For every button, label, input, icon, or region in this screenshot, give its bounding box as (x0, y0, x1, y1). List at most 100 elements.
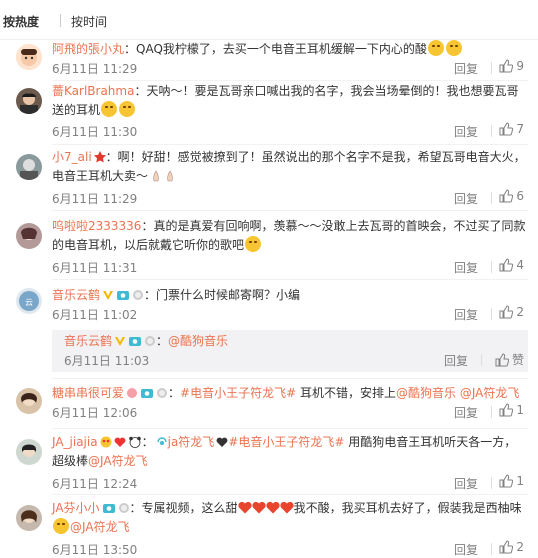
comment-username[interactable]: 呜啦啦2333336 (52, 219, 141, 233)
like-button[interactable]: 2 (499, 305, 524, 319)
like-count: 2 (516, 305, 524, 319)
level-medal-icon (145, 336, 156, 346)
like-count: 4 (516, 258, 524, 272)
verified-v-icon (115, 337, 126, 346)
mention-link[interactable]: @JA符龙飞 (460, 386, 520, 400)
link-user-icon (156, 437, 167, 445)
comment-username[interactable]: 糖串串很可爱 (52, 386, 124, 400)
comment-content: ：啊！好甜！感觉被撩到了！虽然说出的那个名字不是我，希望瓦哥电音大火，电音王耳机… (52, 150, 526, 183)
comment-username[interactable]: JA芬小小 (52, 501, 100, 515)
comment-username[interactable]: 阿飛的張小丸 (52, 42, 124, 56)
action-separator (491, 125, 492, 137)
sort-by-hot-tab[interactable]: 按热度 (3, 13, 39, 30)
action-separator (481, 354, 482, 366)
reply-button[interactable]: 回复 (454, 259, 478, 276)
avatar[interactable]: 云 (16, 288, 42, 314)
reply-username[interactable]: 音乐云鹤 (64, 334, 112, 348)
thumbs-up-icon (499, 189, 514, 203)
mention-link[interactable]: @酷狗音乐 (168, 334, 228, 348)
comment-time: 6月11日 13:50 (52, 543, 138, 557)
sort-by-time-tab[interactable]: 按时间 (71, 13, 107, 30)
star-badge-icon (93, 151, 106, 163)
comment-username[interactable]: JA_jiajia (52, 435, 98, 449)
hashtag-link[interactable]: #电音小王子符龙飞# (228, 435, 344, 449)
cry-emoji-icon (119, 101, 136, 117)
comment-prefix: ： (168, 386, 181, 400)
heart-eyes-emoji-icon (100, 436, 112, 448)
like-count: 6 (516, 189, 524, 203)
comment-time: 6月11日 11:02 (52, 308, 138, 322)
comment-text: 糖串串很可爱 ：#电音小王子符龙飞# 耳机不错，安排上@酷狗音乐 @JA符龙飞 (52, 384, 526, 403)
avatar[interactable] (16, 439, 42, 465)
thumbs-up-icon (499, 258, 514, 272)
avatar[interactable] (16, 44, 42, 70)
comment-text: JA_jiajia： ja符龙飞 #电音小王子符龙飞# 用酷狗电音王耳机听天各一方，… (52, 433, 526, 471)
divider (52, 144, 528, 145)
like-button[interactable]: 1 (499, 474, 524, 488)
reply-button[interactable]: 回复 (454, 190, 478, 207)
like-button[interactable]: 4 (499, 258, 524, 272)
like-button[interactable]: 2 (499, 540, 524, 554)
thumbs-up-icon (499, 403, 514, 417)
reply-button[interactable]: 回复 (454, 306, 478, 323)
divider (52, 494, 528, 495)
level-medal-icon (157, 388, 168, 398)
reply-button[interactable]: 回复 (454, 475, 478, 492)
like-label: 赞 (511, 353, 524, 367)
comment-username[interactable]: 音乐云鹤 (52, 288, 100, 302)
comment-text: 阿飛的張小丸：QAQ我柠檬了，去买一个电音王耳机缓解一下内心的酸 (52, 40, 526, 59)
comment-username[interactable]: 薔KarlBrahma (52, 84, 134, 98)
like-button[interactable]: 6 (499, 189, 524, 203)
divider (52, 80, 528, 81)
member-camera-icon (102, 504, 115, 513)
mention-link[interactable]: @JA符龙飞 (88, 454, 148, 468)
like-count: 9 (516, 59, 524, 73)
like-button[interactable]: 9 (499, 59, 524, 73)
heart-emoji-icon (251, 501, 266, 514)
hashtag-link[interactable]: #电音小王子符龙飞# (180, 386, 296, 400)
comment-item: 薔KarlBrahma：天呐～！要是瓦哥亲口喊出我的名字，我会当场晕倒的！我也想… (0, 82, 538, 142)
avatar[interactable] (16, 154, 42, 180)
heart-emoji-icon (265, 501, 280, 514)
mention-link[interactable]: @JA符龙飞 (70, 520, 130, 534)
lemon-face-emoji-icon (427, 40, 444, 56)
comment-username[interactable]: 小7_ali (52, 150, 92, 164)
reply-button[interactable]: 回复 (454, 404, 478, 421)
reply-button[interactable]: 回复 (444, 352, 468, 369)
comment-item: 糖串串很可爱 ：#电音小王子符龙飞# 耳机不错，安排上@酷狗音乐 @JA符龙飞 6… (0, 382, 538, 426)
thumbs-up-icon (499, 122, 514, 136)
comment-content: ：QAQ我柠檬了，去买一个电音王耳机缓解一下内心的酸 (124, 42, 427, 56)
avatar[interactable] (16, 88, 42, 114)
reply-button[interactable]: 回复 (454, 541, 478, 558)
action-separator (491, 261, 492, 273)
like-button[interactable]: 1 (499, 403, 524, 417)
mention-link[interactable]: @酷狗音乐 (396, 386, 456, 400)
mention-link[interactable]: ja符龙飞 (168, 435, 215, 449)
like-button[interactable]: 赞 (495, 351, 524, 368)
divider (52, 378, 528, 379)
thumbs-up-icon (499, 305, 514, 319)
like-button[interactable]: 7 (499, 122, 524, 136)
action-separator (491, 406, 492, 418)
comment-time: 6月11日 11:29 (52, 62, 138, 76)
praying-hands-emoji-icon (153, 170, 159, 182)
smile-emoji-icon (245, 236, 262, 252)
reply-button[interactable]: 回复 (454, 123, 478, 140)
comment-text: 呜啦啦2333336：真的是真爱有回响啊，羡慕～～没敢上去瓦哥的首映会，不过买了… (52, 217, 526, 255)
member-camera-icon (129, 337, 142, 346)
action-separator (491, 543, 492, 555)
action-separator (491, 62, 492, 74)
like-count: 7 (516, 122, 524, 136)
avatar[interactable] (16, 223, 42, 249)
comment-item: 呜啦啦2333336：真的是真爱有回响啊，羡慕～～没敢上去瓦哥的首映会，不过买了… (0, 213, 538, 276)
comment-time: 6月11日 12:24 (52, 477, 138, 491)
thumbs-up-icon (495, 352, 509, 366)
reply-button[interactable]: 回复 (454, 60, 478, 77)
avatar[interactable] (16, 505, 42, 531)
comment-prefix: ： (141, 435, 154, 449)
action-separator (491, 192, 492, 204)
avatar[interactable] (16, 388, 42, 414)
comment-item: 小7_ali ：啊！好甜！感觉被撩到了！虽然说出的那个名字不是我，希望瓦哥电音大火… (0, 146, 538, 206)
reply-thread: 音乐云鹤 ：@酷狗音乐 6月11日 11:03 回复 赞 (52, 330, 528, 372)
comment-text: JA芬小小 ：专属视频，这么甜 我不酸，我买耳机去好了，假装我是西柚味 @JA符龙飞 (52, 499, 526, 537)
